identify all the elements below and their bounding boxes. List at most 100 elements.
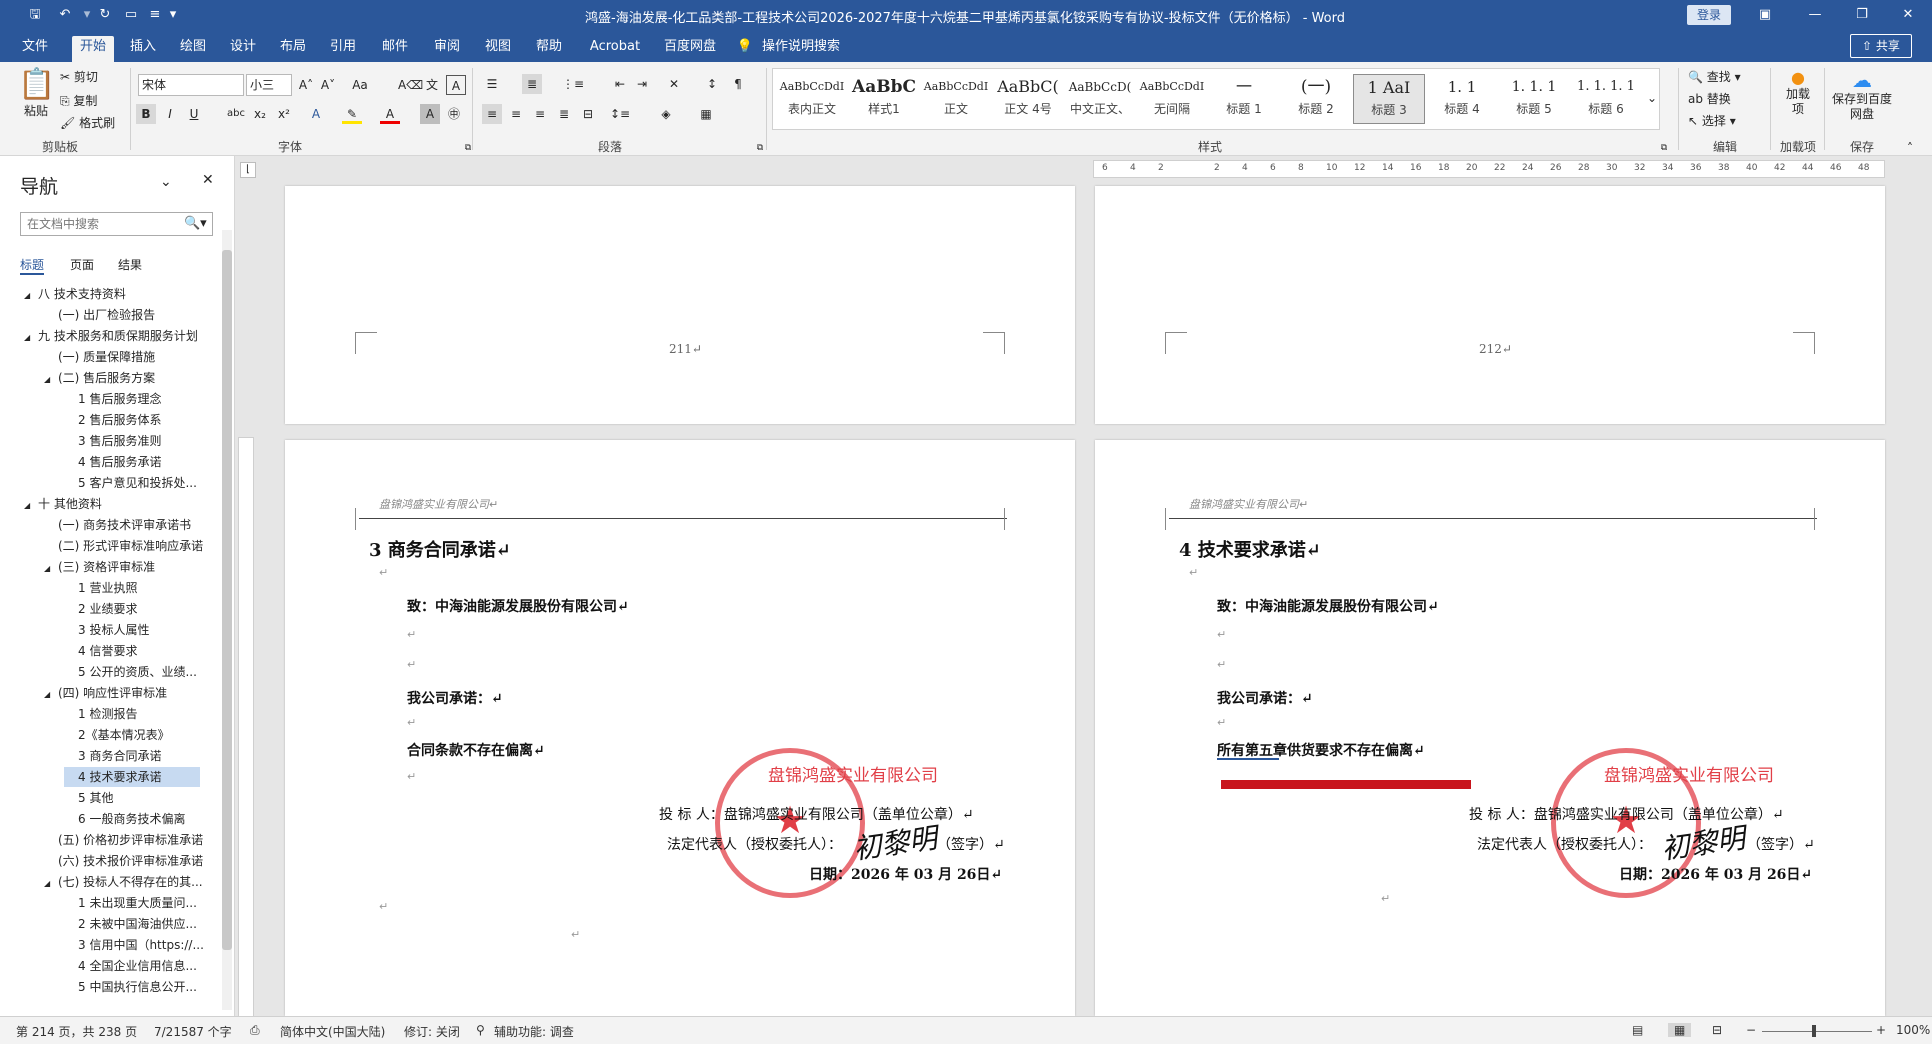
styles-more-icon[interactable]: ⌄ <box>1642 72 1662 124</box>
increase-indent-icon[interactable]: ⇥ <box>632 74 652 94</box>
nav-heading-item[interactable]: 5 中国执行信息公开... <box>64 977 200 997</box>
style-item[interactable]: AaBbCcD(中文正文、 <box>1064 74 1136 124</box>
nav-heading-item[interactable]: 2《基本情况表》 <box>64 725 200 745</box>
bullets-icon[interactable]: ☰ <box>482 74 502 94</box>
phonetic-guide-icon[interactable]: 文 <box>422 75 442 95</box>
addins-button[interactable]: ● 加载项 <box>1776 68 1820 117</box>
zoom-slider[interactable] <box>1762 1031 1872 1032</box>
superscript-icon[interactable]: x² <box>274 104 294 124</box>
align-right-icon[interactable]: ≡ <box>530 104 550 124</box>
nav-heading-item[interactable]: 6 一般商务技术偏离 <box>64 809 200 829</box>
nav-heading-item[interactable]: 3 售后服务准则 <box>64 431 200 451</box>
copy-button[interactable]: ⎘ 复制 <box>60 92 97 109</box>
nav-heading-item[interactable]: 1 检测报告 <box>64 704 200 724</box>
style-item[interactable]: AaBbCcDdI 正文 <box>920 74 992 124</box>
track-changes[interactable]: 修订: 关闭 <box>404 1023 460 1040</box>
text-effects-icon[interactable]: A <box>306 104 326 124</box>
expand-arrow-icon[interactable]: ◢ <box>44 874 58 894</box>
tab-view[interactable]: 视图 <box>477 36 519 62</box>
read-mode-icon[interactable]: ▤ <box>1632 1023 1643 1037</box>
nav-heading-item[interactable]: ◢ 九 技术服务和质保期服务计划 <box>24 326 200 346</box>
tell-me-search[interactable]: 操作说明搜索 <box>762 36 872 62</box>
nav-tab-pages[interactable]: 页面 <box>70 256 94 273</box>
italic-icon[interactable]: I <box>160 104 180 124</box>
nav-heading-item[interactable]: ◢ 八 技术支持资料 <box>24 284 200 304</box>
expand-arrow-icon[interactable]: ◢ <box>24 328 38 348</box>
tab-layout[interactable]: 布局 <box>272 36 314 62</box>
distributed-icon[interactable]: ⊟ <box>578 104 598 124</box>
ribbon-display-options-icon[interactable]: ▣ <box>1745 4 1785 26</box>
paragraph-dialog-launcher-icon[interactable]: ⧉ <box>750 138 770 158</box>
nav-heading-item[interactable]: 1 未出现重大质量问... <box>64 893 200 913</box>
nav-heading-item[interactable]: 4 全国企业信用信息... <box>64 956 200 976</box>
nav-heading-item[interactable]: 4 技术要求承诺 <box>64 767 200 787</box>
paste-button[interactable]: 📋 粘贴 <box>18 68 55 119</box>
tab-home[interactable]: 开始 <box>72 36 114 62</box>
expand-arrow-icon[interactable]: ◢ <box>44 370 58 390</box>
style-item[interactable]: AaBbCcDdI 无间隔 <box>1136 74 1208 124</box>
nav-scrollbar[interactable] <box>222 230 232 1010</box>
subscript-icon[interactable]: x₂ <box>250 104 270 124</box>
nav-heading-item[interactable]: ◢ (七) 投标人不得存在的其... <box>44 872 203 894</box>
style-item[interactable]: AaBbC 样式1 <box>848 74 920 124</box>
nav-heading-item[interactable]: (一) 质量保障措施 <box>44 347 200 367</box>
style-item[interactable]: 1. 1 标题 4 <box>1426 74 1498 124</box>
undo-dropdown-icon[interactable]: ▾ <box>78 6 96 24</box>
nav-heading-item[interactable]: 5 其他 <box>64 788 200 808</box>
search-icon[interactable]: 🔍▾ <box>184 216 207 231</box>
clear-formatting-icon[interactable]: A⌫ <box>398 75 423 95</box>
share-button[interactable]: ⇧ 共享 <box>1850 34 1912 58</box>
tab-file[interactable]: 文件 <box>14 36 56 62</box>
zoom-slider-thumb[interactable] <box>1812 1025 1816 1037</box>
align-center-icon[interactable]: ≡ <box>506 104 526 124</box>
nav-heading-item[interactable]: 2 业绩要求 <box>64 599 200 619</box>
justify-icon[interactable]: ≣ <box>554 104 574 124</box>
find-button[interactable]: 🔍 查找 ▾ <box>1688 68 1741 85</box>
line-spacing-icon[interactable]: ↕≡ <box>610 104 630 124</box>
style-item-selected[interactable]: 1 AaI 标题 3 <box>1353 74 1425 124</box>
nav-heading-item[interactable]: 3 商务合同承诺 <box>64 746 200 766</box>
expand-arrow-icon[interactable]: ◢ <box>24 496 38 516</box>
page-213[interactable]: 盘锦鸿盛实业有限公司↵ 3 商务合同承诺↵ ↵ 致：中海油能源发展股份有限公司↵… <box>285 440 1075 1016</box>
nav-heading-item[interactable]: 4 信誉要求 <box>64 641 200 661</box>
nav-heading-item[interactable]: (六) 技术报价评审标准承诺 <box>44 851 203 871</box>
chinese-layout-icon[interactable]: ✕ <box>664 74 684 94</box>
nav-heading-item[interactable]: (一) 商务技术评审承诺书 <box>44 515 200 535</box>
expand-arrow-icon[interactable]: ◢ <box>24 286 38 306</box>
save-to-baidu-button[interactable]: ☁ 保存到百度网盘 <box>1832 68 1892 122</box>
nav-heading-item[interactable]: 3 投标人属性 <box>64 620 200 640</box>
vertical-ruler[interactable] <box>238 437 254 1017</box>
nav-heading-item[interactable]: (二) 形式评审标准响应承诺 <box>44 536 203 556</box>
nav-heading-item[interactable]: ◢ 十 其他资料 <box>24 494 200 514</box>
horizontal-ruler[interactable]: 6 4 2 2 4 6 8 10 12 14 16 18 20 22 24 26 28 30 32 34 36 38 40 4… <box>1093 160 1885 178</box>
replace-button[interactable]: ab 替换 <box>1688 90 1731 107</box>
tab-references[interactable]: 引用 <box>322 36 364 62</box>
font-size-combo[interactable]: 小三 <box>246 74 292 96</box>
style-item[interactable]: 1. 1. 1 标题 5 <box>1498 74 1570 124</box>
zoom-in-icon[interactable]: + <box>1876 1023 1886 1037</box>
nav-heading-item[interactable]: 1 售后服务理念 <box>64 389 200 409</box>
format-painter-button[interactable]: 🖌 格式刷 <box>60 114 115 131</box>
expand-arrow-icon[interactable]: ◢ <box>44 685 58 705</box>
highlight-icon[interactable]: ✎ <box>342 104 362 124</box>
style-item[interactable]: AaBbCcDdI 表内正文 <box>776 74 848 124</box>
login-button[interactable]: 登录 <box>1687 5 1731 25</box>
select-button[interactable]: ↖ 选择 ▾ <box>1688 112 1736 129</box>
font-dialog-launcher-icon[interactable]: ⧉ <box>458 138 478 158</box>
close-icon[interactable]: ✕ <box>202 172 214 188</box>
tab-baidu-netdisk[interactable]: 百度网盘 <box>658 36 722 62</box>
tab-review[interactable]: 审阅 <box>426 36 468 62</box>
tab-acrobat[interactable]: Acrobat <box>584 36 646 62</box>
tab-selector[interactable]: ⌊ <box>240 162 256 178</box>
page-214[interactable]: 盘锦鸿盛实业有限公司↵ 4 技术要求承诺↵ ↵ 致：中海油能源发展股份有限公司↵… <box>1095 440 1885 1016</box>
borders-icon[interactable]: ▦ <box>696 104 716 124</box>
grow-font-icon[interactable]: A˄ <box>296 75 316 95</box>
strikethrough-icon[interactable]: abc <box>226 104 246 124</box>
nav-heading-item[interactable]: 4 售后服务承诺 <box>64 452 200 472</box>
tab-mailings[interactable]: 邮件 <box>374 36 416 62</box>
numbering-icon[interactable]: ≣ <box>522 74 542 94</box>
undo-icon[interactable]: ↶ <box>56 6 74 24</box>
align-left-icon[interactable]: ≡ <box>482 104 502 124</box>
nav-heading-item[interactable]: (五) 价格初步评审标准承诺 <box>44 830 203 850</box>
multilevel-list-icon[interactable]: ⋮≡ <box>562 74 584 94</box>
